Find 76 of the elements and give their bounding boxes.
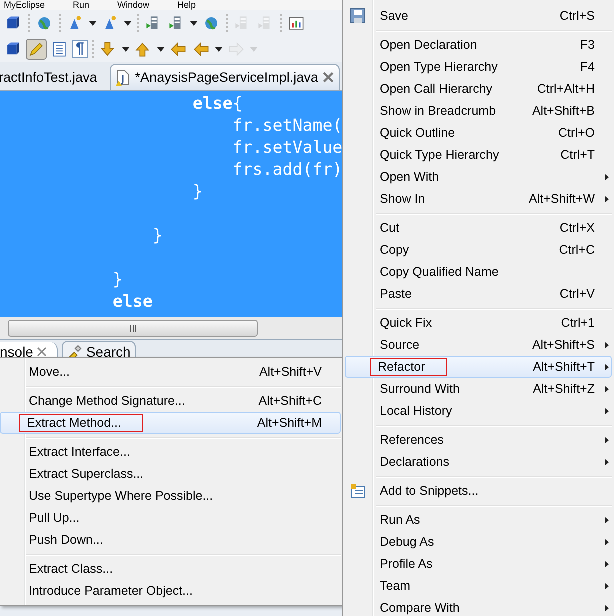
menu-item[interactable]: Change Method Signature... Alt+Shift+C [0, 390, 341, 412]
menu-item[interactable]: Declarations [345, 451, 612, 473]
submenu-arrow-icon [605, 605, 609, 612]
menu-item[interactable]: Debug As [345, 531, 612, 553]
menu-bar-item[interactable]: Run [73, 0, 90, 10]
pencil-icon[interactable] [26, 38, 47, 60]
menu-item[interactable]: Show in Breadcrumb Alt+Shift+B [345, 100, 612, 122]
submenu-arrow-icon [605, 561, 609, 568]
menu-item[interactable]: Save Ctrl+S [345, 5, 612, 27]
code-line: frs.add(fr) [232, 159, 342, 181]
caret-icon[interactable] [214, 44, 224, 54]
caret-icon[interactable] [189, 18, 199, 28]
menu-item[interactable]: Quick Outline Ctrl+O [345, 122, 612, 144]
pilcrow-button[interactable]: ¶ [72, 40, 88, 58]
code-line: } [152, 225, 164, 247]
menu-item[interactable]: Refactor Alt+Shift+T [345, 356, 612, 378]
menu-item[interactable]: Extract Superclass... [0, 463, 341, 485]
submenu-arrow-icon [605, 342, 609, 349]
menu-item[interactable]: Cut Ctrl+X [345, 217, 612, 239]
menu-item[interactable]: References [345, 429, 612, 451]
editor-tab[interactable]: *AnaysisPageServiceImpl.java [110, 64, 340, 90]
menu-item[interactable]: Open With [345, 166, 612, 188]
submenu-arrow-icon [605, 583, 609, 590]
caret-icon[interactable] [156, 44, 166, 54]
menu-item[interactable]: Extract Class... [0, 558, 341, 580]
code-line: } [112, 269, 124, 291]
code-line: fr.setName( [232, 115, 342, 137]
menu-item[interactable]: Run As [345, 509, 612, 531]
caret-icon[interactable] [123, 18, 133, 28]
code-line: } [192, 181, 204, 203]
menu-item[interactable]: Compare With [345, 597, 612, 616]
java-file-icon [116, 70, 130, 86]
menu-item[interactable]: Local History [345, 400, 612, 422]
menu-bar-item[interactable]: Help [178, 0, 196, 10]
menu-item[interactable]: Profile As [345, 553, 612, 575]
menu-item[interactable]: Extract Interface... [0, 441, 341, 463]
code-line: else{ [192, 93, 244, 115]
menu-item[interactable]: Extract Method... Alt+Shift+M [0, 412, 341, 434]
menu-item[interactable]: Quick Type Hierarchy Ctrl+T [345, 144, 612, 166]
scrollbar-thumb[interactable] [8, 320, 258, 336]
menu-item[interactable]: Move... Alt+Shift+V [0, 361, 341, 383]
submenu-arrow-icon [605, 517, 609, 524]
submenu-arrow-icon [605, 408, 609, 415]
submenu-arrow-icon [605, 459, 609, 466]
submenu-arrow-icon [605, 364, 609, 371]
menu-item[interactable]: Open Call Hierarchy Ctrl+Alt+H [345, 78, 612, 100]
menu-item[interactable]: Show In Alt+Shift+W [345, 188, 612, 210]
menu-item[interactable]: Paste Ctrl+V [345, 283, 612, 305]
submenu-arrow-icon [605, 174, 609, 181]
submenu-arrow-icon [605, 437, 609, 444]
submenu-arrow-icon [605, 539, 609, 546]
menu-item[interactable]: Use Supertype Where Possible... [0, 485, 341, 507]
menu-item[interactable]: Surround With Alt+Shift+Z [345, 378, 612, 400]
editor-tab[interactable]: ractInfoTest.java [0, 65, 102, 90]
close-icon[interactable] [323, 72, 334, 83]
code-line: else [112, 291, 154, 313]
code-line: fr.setValue [232, 137, 342, 159]
menu-item[interactable]: Quick Fix Ctrl+1 [345, 312, 612, 334]
menu-item[interactable]: Copy Ctrl+C [345, 239, 612, 261]
menu-bar-item[interactable]: MyEclipse [4, 0, 46, 10]
submenu-arrow-icon [605, 196, 609, 203]
menu-item[interactable]: Push Down... [0, 529, 341, 551]
menu-item[interactable]: Pull Up... [0, 507, 341, 529]
menu-item[interactable]: Open Type Hierarchy F4 [345, 56, 612, 78]
menu-item[interactable]: Team [345, 575, 612, 597]
menu-item[interactable]: Copy Qualified Name [345, 261, 612, 283]
caret-icon[interactable] [88, 18, 98, 28]
submenu-arrow-icon [605, 386, 609, 393]
caret-icon[interactable] [121, 44, 132, 54]
menu-item[interactable]: Open Declaration F3 [345, 34, 612, 56]
menu-item[interactable]: Introduce Parameter Object... [0, 580, 341, 602]
menu-item[interactable]: Add to Snippets... [345, 480, 612, 502]
snippet-list-icon [350, 483, 366, 499]
close-icon[interactable] [37, 347, 48, 357]
menu-bar-item[interactable]: Window [118, 0, 150, 10]
menu-item[interactable]: Source Alt+Shift+S [345, 334, 612, 356]
